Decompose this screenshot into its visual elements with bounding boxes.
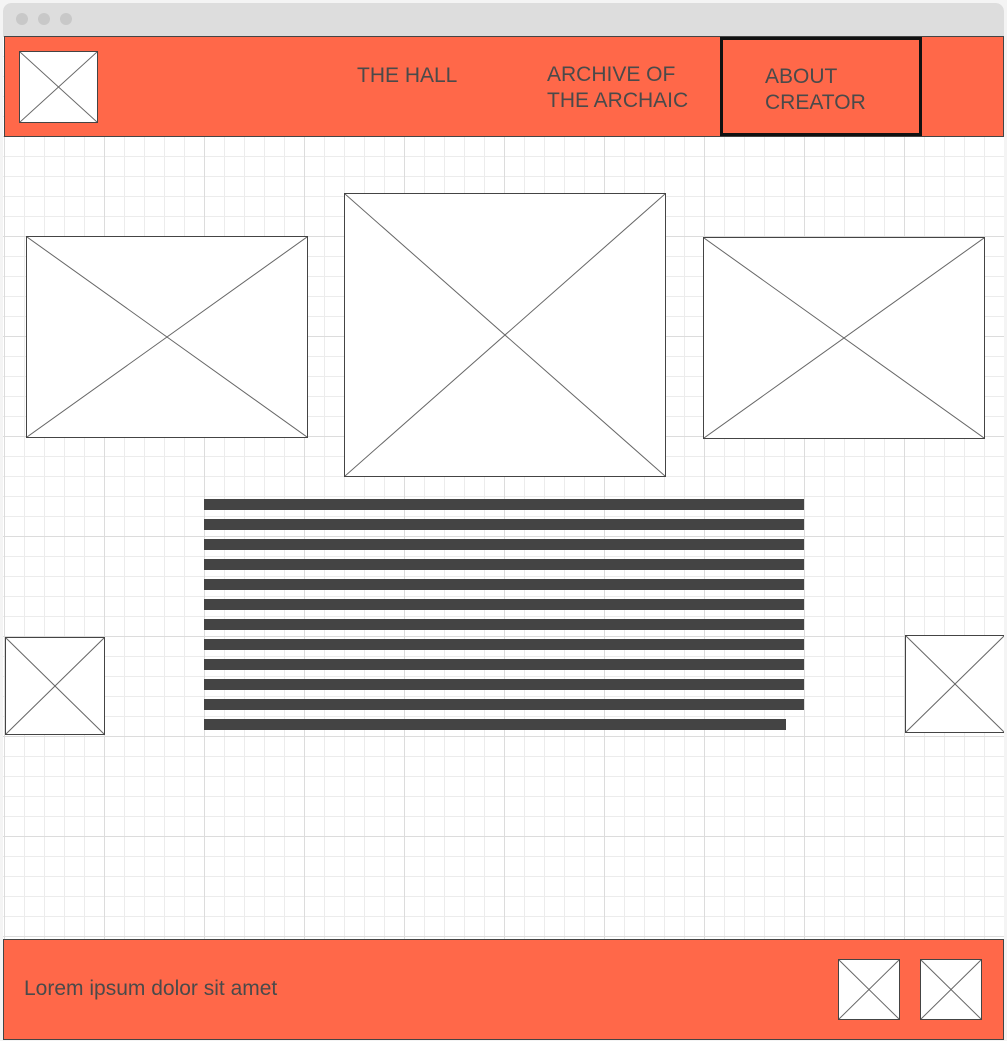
nav-item-the-hall[interactable]: THE HALL xyxy=(357,63,457,89)
text-line-placeholder xyxy=(204,639,804,650)
nav-item-label-line2: CREATOR xyxy=(765,91,866,114)
image-placeholder-icon xyxy=(6,638,104,734)
nav-item-label-line1: ABOUT xyxy=(765,65,838,88)
page-canvas xyxy=(3,36,1004,1040)
nav-item-label-group: ABOUT CREATOR xyxy=(765,64,866,116)
footer-icon-1[interactable] xyxy=(838,959,900,1020)
text-line-placeholder xyxy=(204,659,804,670)
gallery-image-right[interactable] xyxy=(703,237,985,439)
text-line-placeholder xyxy=(204,699,804,710)
text-line-placeholder xyxy=(204,719,786,730)
text-line-placeholder xyxy=(204,519,804,530)
image-placeholder-icon xyxy=(906,636,1004,732)
nav-item-label-line2: THE ARCHAIC xyxy=(547,89,689,112)
text-line-placeholder xyxy=(204,679,804,690)
browser-window: THE HALL ARCHIVE OF THE ARCHAIC ABOUT CR… xyxy=(3,3,1004,1040)
image-placeholder-icon xyxy=(345,194,665,476)
text-line-placeholder xyxy=(204,579,804,590)
text-line-placeholder xyxy=(204,499,804,510)
maximize-window-dot-icon[interactable] xyxy=(60,13,72,25)
text-line-placeholder xyxy=(204,619,804,630)
image-placeholder-icon xyxy=(839,960,899,1019)
site-footer: Lorem ipsum dolor sit amet xyxy=(3,939,1004,1040)
footer-text: Lorem ipsum dolor sit amet xyxy=(24,977,278,1000)
image-placeholder-icon xyxy=(704,238,984,438)
image-placeholder-icon xyxy=(921,960,981,1019)
side-image-left[interactable] xyxy=(5,637,105,735)
close-window-dot-icon[interactable] xyxy=(16,13,28,25)
nav-item-label-line1: ARCHIVE OF xyxy=(547,63,676,86)
window-titlebar xyxy=(3,3,1004,36)
nav-item-label: THE HALL xyxy=(357,64,458,87)
gallery-image-left[interactable] xyxy=(26,236,308,438)
site-logo[interactable] xyxy=(19,51,98,123)
footer-icon-2[interactable] xyxy=(920,959,982,1020)
side-image-right[interactable] xyxy=(905,635,1004,733)
minimize-window-dot-icon[interactable] xyxy=(38,13,50,25)
gallery-image-center[interactable] xyxy=(344,193,666,477)
image-placeholder-icon xyxy=(27,237,307,437)
text-line-placeholder xyxy=(204,559,804,570)
logo-placeholder-icon xyxy=(20,52,97,122)
text-line-placeholder xyxy=(204,599,804,610)
site-header: THE HALL ARCHIVE OF THE ARCHAIC ABOUT CR… xyxy=(4,36,1004,137)
nav-item-about-creator[interactable]: ABOUT CREATOR xyxy=(720,37,922,136)
text-line-placeholder xyxy=(204,539,804,550)
nav-item-archive-of-the-archaic[interactable]: ARCHIVE OF THE ARCHAIC xyxy=(547,62,688,114)
